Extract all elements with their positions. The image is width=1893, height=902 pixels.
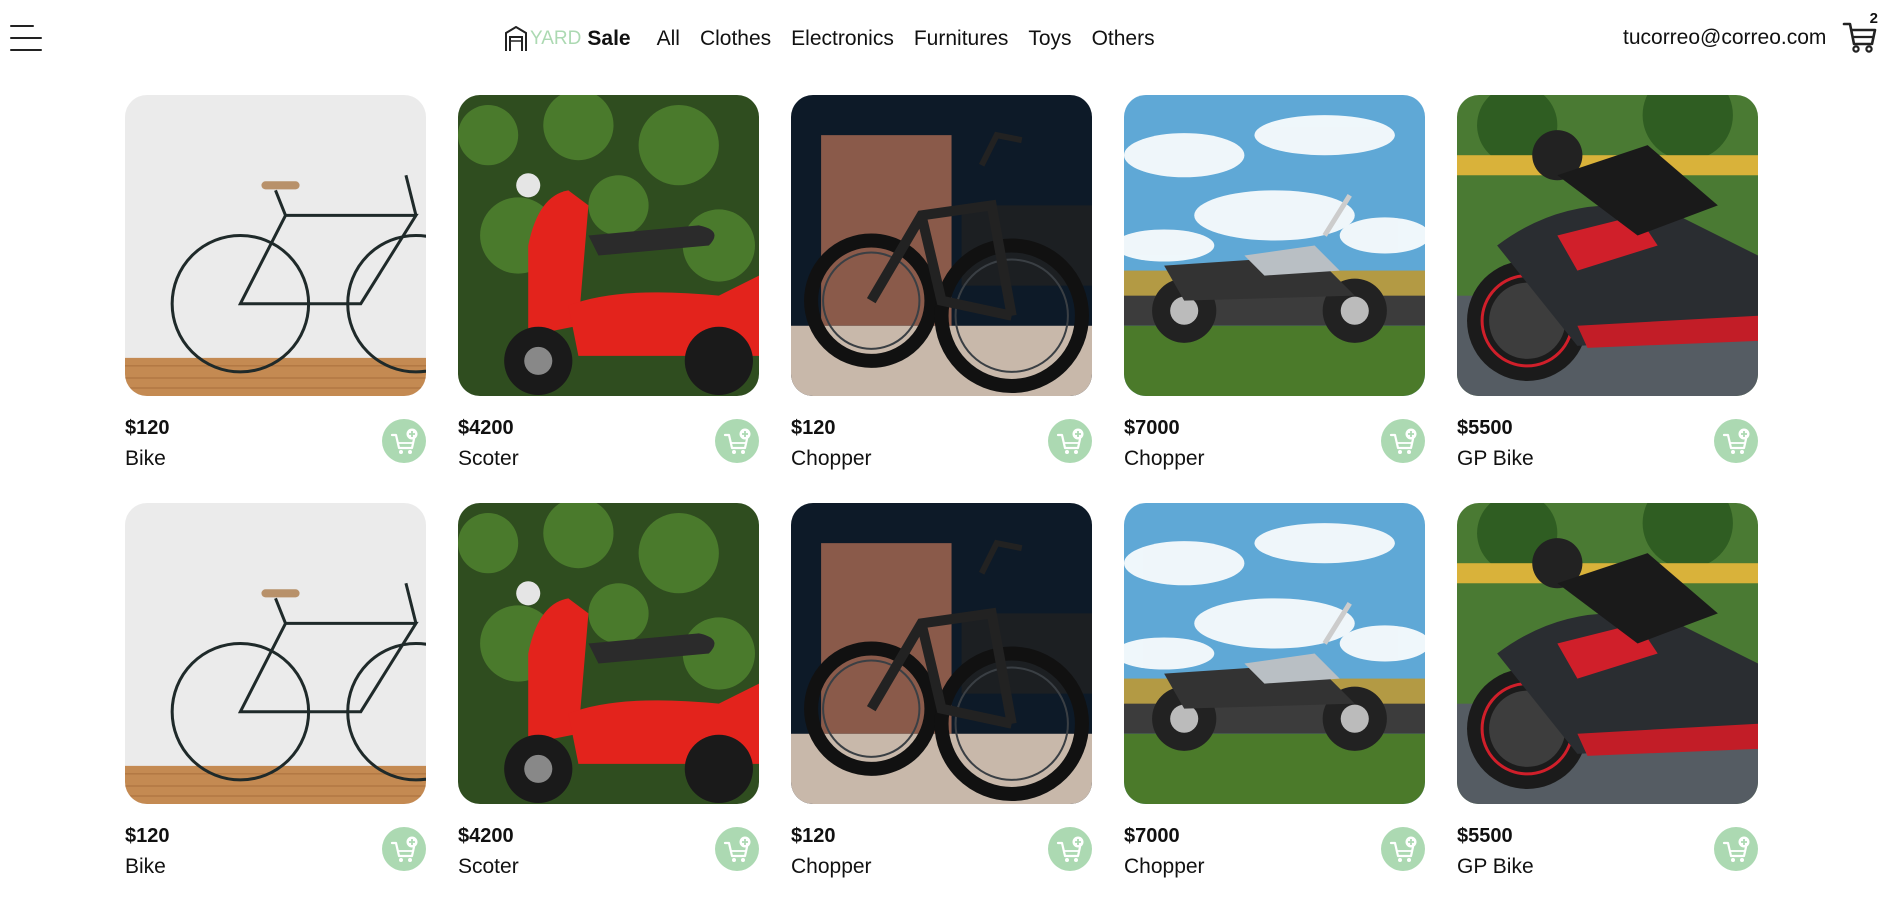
scooter-photo: [458, 95, 759, 396]
cart-add-icon: [1389, 428, 1417, 454]
add-to-cart-button[interactable]: [382, 827, 426, 871]
add-to-cart-button[interactable]: [1714, 419, 1758, 463]
logo-yard-text: YARD: [530, 28, 582, 49]
product-price: $7000: [1124, 417, 1180, 439]
nav-electronics[interactable]: Electronics: [791, 27, 894, 51]
nav-others[interactable]: Others: [1092, 27, 1155, 51]
cart-add-icon: [390, 836, 418, 862]
product-name: GP Bike: [1457, 855, 1534, 878]
cart-add-icon: [723, 836, 751, 862]
product-price: $5500: [1457, 825, 1513, 847]
ebike-photo: [791, 95, 1092, 396]
shopping-cart-button[interactable]: 2: [1842, 10, 1878, 54]
product-card[interactable]: $120 Bike: [125, 503, 426, 878]
product-image[interactable]: [458, 95, 759, 396]
product-name: Scoter: [458, 855, 519, 878]
cart-count-badge: 2: [1869, 10, 1878, 27]
product-card[interactable]: $7000 Chopper: [1124, 503, 1425, 878]
product-price: $120: [791, 417, 836, 439]
account-email[interactable]: tucorreo@correo.com: [1623, 26, 1826, 50]
product-image[interactable]: [125, 95, 426, 396]
motorcycle-photo: [1124, 503, 1425, 804]
nav-clothes[interactable]: Clothes: [700, 27, 771, 51]
product-price: $7000: [1124, 825, 1180, 847]
product-name: GP Bike: [1457, 447, 1534, 470]
product-name: Scoter: [458, 447, 519, 470]
product-price: $4200: [458, 825, 514, 847]
nav-toys[interactable]: Toys: [1028, 27, 1071, 51]
cart-add-icon: [1056, 836, 1084, 862]
bicycle-photo: [125, 503, 426, 804]
product-image[interactable]: [791, 503, 1092, 804]
sportbike-photo: [1457, 503, 1758, 804]
product-card[interactable]: $4200 Scoter: [458, 503, 759, 878]
product-price: $120: [791, 825, 836, 847]
bicycle-photo: [125, 95, 426, 396]
add-to-cart-button[interactable]: [382, 419, 426, 463]
cart-add-icon: [390, 428, 418, 454]
product-image[interactable]: [1457, 95, 1758, 396]
add-to-cart-button[interactable]: [1381, 827, 1425, 871]
cart-add-icon: [1389, 836, 1417, 862]
product-image[interactable]: [1124, 95, 1425, 396]
add-to-cart-button[interactable]: [1048, 419, 1092, 463]
product-card[interactable]: $7000 Chopper: [1124, 95, 1425, 470]
product-card[interactable]: $120 Chopper: [791, 95, 1092, 470]
add-to-cart-button[interactable]: [715, 419, 759, 463]
product-name: Bike: [125, 855, 166, 878]
logo[interactable]: YARD Sale: [504, 26, 631, 52]
product-price: $4200: [458, 417, 514, 439]
product-card[interactable]: $5500 GP Bike: [1457, 503, 1758, 878]
product-card[interactable]: $4200 Scoter: [458, 95, 759, 470]
product-name: Chopper: [1124, 855, 1205, 878]
hamburger-menu-icon[interactable]: [10, 24, 42, 52]
cart-add-icon: [723, 428, 751, 454]
sportbike-photo: [1457, 95, 1758, 396]
nav-furnitures[interactable]: Furnitures: [914, 27, 1009, 51]
add-to-cart-button[interactable]: [715, 827, 759, 871]
product-name: Bike: [125, 447, 166, 470]
product-price: $120: [125, 417, 170, 439]
add-to-cart-button[interactable]: [1381, 419, 1425, 463]
product-price: $5500: [1457, 417, 1513, 439]
cart-add-icon: [1722, 428, 1750, 454]
product-image[interactable]: [125, 503, 426, 804]
logo-sale-text: Sale: [587, 27, 631, 50]
motorcycle-photo: [1124, 95, 1425, 396]
product-card[interactable]: $120 Chopper: [791, 503, 1092, 878]
scooter-photo: [458, 503, 759, 804]
cart-add-icon: [1056, 428, 1084, 454]
product-card[interactable]: $5500 GP Bike: [1457, 95, 1758, 470]
product-name: Chopper: [791, 855, 872, 878]
add-to-cart-button[interactable]: [1048, 827, 1092, 871]
add-to-cart-button[interactable]: [1714, 827, 1758, 871]
nav-all[interactable]: All: [657, 27, 680, 51]
product-image[interactable]: [791, 95, 1092, 396]
product-price: $120: [125, 825, 170, 847]
house-logo-icon: [505, 26, 527, 51]
product-name: Chopper: [791, 447, 872, 470]
product-image[interactable]: [1124, 503, 1425, 804]
product-image[interactable]: [1457, 503, 1758, 804]
product-card[interactable]: $120 Bike: [125, 95, 426, 470]
product-name: Chopper: [1124, 447, 1205, 470]
ebike-photo: [791, 503, 1092, 804]
cart-add-icon: [1722, 836, 1750, 862]
top-nav: YARD Sale All Clothes Electronics Furnit…: [504, 24, 1175, 54]
product-image[interactable]: [458, 503, 759, 804]
